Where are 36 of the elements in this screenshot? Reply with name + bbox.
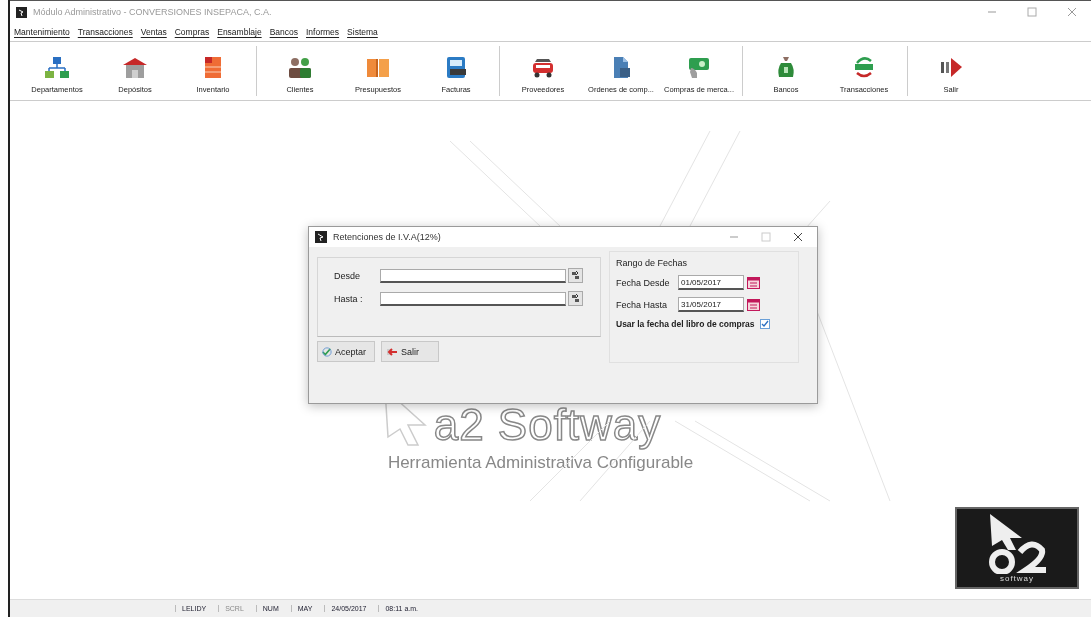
menu-item[interactable]: Informes bbox=[306, 27, 340, 37]
window-title: Módulo Administrativo - CONVERSIONES INSEPACA, C.A. bbox=[33, 7, 273, 17]
text-field[interactable] bbox=[380, 268, 566, 283]
field-label: Desde bbox=[334, 270, 361, 281]
menu-item[interactable]: Mantenimiento bbox=[14, 27, 70, 37]
text-field[interactable] bbox=[380, 291, 566, 306]
network-icon bbox=[44, 55, 70, 81]
field-label: Fecha Desde bbox=[616, 277, 671, 288]
app-icon bbox=[16, 6, 27, 18]
group-title: Rango de Fechas bbox=[616, 258, 689, 268]
app-icon bbox=[315, 231, 327, 243]
exit-arrow-icon bbox=[386, 345, 398, 358]
menu-item[interactable]: Ensamblaje bbox=[217, 27, 262, 37]
menu-item[interactable]: Ventas bbox=[140, 27, 167, 37]
people-icon bbox=[287, 55, 313, 81]
close-icon[interactable] bbox=[793, 232, 803, 242]
menu-item[interactable]: Bancos bbox=[269, 27, 298, 37]
checkbox-label: Usar la fecha del libro de compras bbox=[616, 319, 755, 329]
house-icon bbox=[122, 55, 148, 81]
date-field[interactable]: 31/05/2017 bbox=[678, 297, 744, 312]
calendar-icon[interactable] bbox=[747, 276, 760, 289]
exit-button[interactable]: Salir bbox=[381, 341, 439, 362]
menu-item[interactable]: Sistema bbox=[347, 27, 378, 37]
calendar-icon[interactable] bbox=[747, 298, 760, 311]
money-hand-icon bbox=[686, 55, 712, 81]
field-label: Fecha Hasta bbox=[616, 299, 669, 310]
logo-caption: softway bbox=[999, 574, 1035, 583]
date-field[interactable]: 01/05/2017 bbox=[678, 275, 744, 290]
field-label: Hasta : bbox=[334, 293, 364, 304]
menu-item[interactable]: Transacciones bbox=[77, 27, 133, 37]
dialog-title: Retenciones de I.V.A(12%) bbox=[333, 232, 442, 242]
menu-item[interactable]: Compras bbox=[174, 27, 210, 37]
tagline: Herramienta Administrativa Configurable bbox=[387, 453, 694, 473]
check-icon bbox=[322, 345, 332, 358]
checkbox[interactable] bbox=[760, 319, 771, 329]
accept-button[interactable]: Aceptar bbox=[317, 341, 375, 362]
